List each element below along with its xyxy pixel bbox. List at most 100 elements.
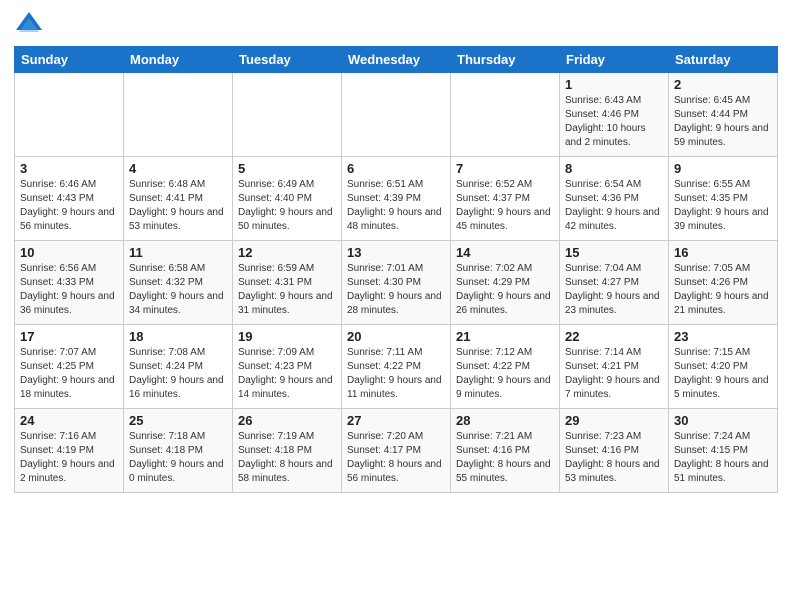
day-number: 6 (347, 161, 445, 176)
day-info: Sunrise: 6:58 AM Sunset: 4:32 PM Dayligh… (129, 262, 227, 318)
day-info: Sunrise: 6:55 AM Sunset: 4:35 PM Dayligh… (674, 178, 772, 234)
calendar-table: SundayMondayTuesdayWednesdayThursdayFrid… (14, 46, 778, 493)
calendar-cell: 2 Sunrise: 6:45 AM Sunset: 4:44 PM Daylig… (669, 73, 778, 157)
day-number: 9 (674, 161, 772, 176)
calendar-cell: 4 Sunrise: 6:48 AM Sunset: 4:41 PM Daylig… (124, 157, 233, 241)
day-number: 8 (565, 161, 663, 176)
calendar-cell: 23 Sunrise: 7:15 AM Sunset: 4:20 PM Dayli… (669, 325, 778, 409)
calendar-cell: 12Sunrise: 6:59 AM Sunset: 4:31 PM Dayli… (233, 241, 342, 325)
calendar-cell: 15 Sunrise: 7:04 AM Sunset: 4:27 PM Dayli… (560, 241, 669, 325)
logo-icon (14, 10, 44, 40)
day-info: Sunrise: 6:43 AM Sunset: 4:46 PM Dayligh… (565, 94, 663, 150)
day-number: 15 (565, 245, 663, 260)
calendar-cell: 1 Sunrise: 6:43 AM Sunset: 4:46 PM Daylig… (560, 73, 669, 157)
day-number: 26 (238, 413, 336, 428)
day-info: Sunrise: 7:20 AM Sunset: 4:17 PM Dayligh… (347, 430, 445, 486)
day-number: 20 (347, 329, 445, 344)
day-info: Sunrise: 7:18 AM Sunset: 4:18 PM Dayligh… (129, 430, 227, 486)
day-number: 2 (674, 77, 772, 92)
day-info: Sunrise: 7:23 AM Sunset: 4:16 PM Dayligh… (565, 430, 663, 486)
day-number: 22 (565, 329, 663, 344)
calendar-cell: 21Sunrise: 7:12 AM Sunset: 4:22 PM Dayli… (451, 325, 560, 409)
calendar-cell: 24 Sunrise: 7:16 AM Sunset: 4:19 PM Dayli… (15, 409, 124, 493)
page: SundayMondayTuesdayWednesdayThursdayFrid… (0, 0, 792, 612)
day-info: Sunrise: 6:51 AM Sunset: 4:39 PM Dayligh… (347, 178, 445, 234)
calendar-body: 1 Sunrise: 6:43 AM Sunset: 4:46 PM Daylig… (15, 73, 778, 493)
day-info: Sunrise: 7:24 AM Sunset: 4:15 PM Dayligh… (674, 430, 772, 486)
week-row-1: 3 Sunrise: 6:46 AM Sunset: 4:43 PM Daylig… (15, 157, 778, 241)
calendar-cell: 27 Sunrise: 7:20 AM Sunset: 4:17 PM Dayli… (342, 409, 451, 493)
day-number: 14 (456, 245, 554, 260)
calendar-header: SundayMondayTuesdayWednesdayThursdayFrid… (15, 47, 778, 73)
calendar-cell (342, 73, 451, 157)
week-row-3: 17 Sunrise: 7:07 AM Sunset: 4:25 PM Dayli… (15, 325, 778, 409)
calendar-cell: 22 Sunrise: 7:14 AM Sunset: 4:21 PM Dayli… (560, 325, 669, 409)
day-number: 18 (129, 329, 227, 344)
calendar-cell: 30 Sunrise: 7:24 AM Sunset: 4:15 PM Dayli… (669, 409, 778, 493)
day-info: Sunrise: 6:52 AM Sunset: 4:37 PM Dayligh… (456, 178, 554, 234)
day-info: Sunrise: 7:04 AM Sunset: 4:27 PM Dayligh… (565, 262, 663, 318)
header-day-saturday: Saturday (669, 47, 778, 73)
header-day-friday: Friday (560, 47, 669, 73)
day-info: Sunrise: 7:11 AM Sunset: 4:22 PM Dayligh… (347, 346, 445, 402)
calendar-cell: 26 Sunrise: 7:19 AM Sunset: 4:18 PM Dayli… (233, 409, 342, 493)
day-info: Sunrise: 6:54 AM Sunset: 4:36 PM Dayligh… (565, 178, 663, 234)
day-number: 4 (129, 161, 227, 176)
day-info: Sunrise: 6:56 AM Sunset: 4:33 PM Dayligh… (20, 262, 118, 318)
calendar-cell: 11 Sunrise: 6:58 AM Sunset: 4:32 PM Dayli… (124, 241, 233, 325)
day-info: Sunrise: 7:01 AM Sunset: 4:30 PM Dayligh… (347, 262, 445, 318)
header (14, 10, 778, 40)
calendar-cell: 28Sunrise: 7:21 AM Sunset: 4:16 PM Dayli… (451, 409, 560, 493)
calendar-cell: 6 Sunrise: 6:51 AM Sunset: 4:39 PM Daylig… (342, 157, 451, 241)
day-number: 25 (129, 413, 227, 428)
day-number: 7 (456, 161, 554, 176)
calendar-cell (124, 73, 233, 157)
day-info: Sunrise: 7:14 AM Sunset: 4:21 PM Dayligh… (565, 346, 663, 402)
day-number: 5 (238, 161, 336, 176)
calendar-cell: 7 Sunrise: 6:52 AM Sunset: 4:37 PM Daylig… (451, 157, 560, 241)
header-day-monday: Monday (124, 47, 233, 73)
day-number: 23 (674, 329, 772, 344)
day-info: Sunrise: 7:08 AM Sunset: 4:24 PM Dayligh… (129, 346, 227, 402)
week-row-2: 10 Sunrise: 6:56 AM Sunset: 4:33 PM Dayli… (15, 241, 778, 325)
calendar-cell: 14 Sunrise: 7:02 AM Sunset: 4:29 PM Dayli… (451, 241, 560, 325)
day-number: 19 (238, 329, 336, 344)
day-number: 1 (565, 77, 663, 92)
day-info: Sunrise: 7:07 AM Sunset: 4:25 PM Dayligh… (20, 346, 118, 402)
day-number: 11 (129, 245, 227, 260)
day-number: 3 (20, 161, 118, 176)
calendar-cell: 20 Sunrise: 7:11 AM Sunset: 4:22 PM Dayli… (342, 325, 451, 409)
calendar-cell: 17 Sunrise: 7:07 AM Sunset: 4:25 PM Dayli… (15, 325, 124, 409)
day-number: 28 (456, 413, 554, 428)
day-info: Sunrise: 7:15 AM Sunset: 4:20 PM Dayligh… (674, 346, 772, 402)
header-day-wednesday: Wednesday (342, 47, 451, 73)
day-info: Sunrise: 6:46 AM Sunset: 4:43 PM Dayligh… (20, 178, 118, 234)
calendar-cell: 29Sunrise: 7:23 AM Sunset: 4:16 PM Dayli… (560, 409, 669, 493)
week-row-0: 1 Sunrise: 6:43 AM Sunset: 4:46 PM Daylig… (15, 73, 778, 157)
calendar-cell: 18 Sunrise: 7:08 AM Sunset: 4:24 PM Dayli… (124, 325, 233, 409)
day-number: 10 (20, 245, 118, 260)
calendar-cell (451, 73, 560, 157)
day-number: 30 (674, 413, 772, 428)
day-number: 24 (20, 413, 118, 428)
day-info: Sunrise: 6:45 AM Sunset: 4:44 PM Dayligh… (674, 94, 772, 150)
day-number: 17 (20, 329, 118, 344)
logo (14, 10, 48, 40)
day-info: Sunrise: 7:19 AM Sunset: 4:18 PM Dayligh… (238, 430, 336, 486)
day-info: Sunrise: 6:48 AM Sunset: 4:41 PM Dayligh… (129, 178, 227, 234)
calendar-cell: 9 Sunrise: 6:55 AM Sunset: 4:35 PM Daylig… (669, 157, 778, 241)
header-row: SundayMondayTuesdayWednesdayThursdayFrid… (15, 47, 778, 73)
day-info: Sunrise: 7:16 AM Sunset: 4:19 PM Dayligh… (20, 430, 118, 486)
day-number: 13 (347, 245, 445, 260)
day-number: 12 (238, 245, 336, 260)
day-number: 27 (347, 413, 445, 428)
calendar-cell: 19 Sunrise: 7:09 AM Sunset: 4:23 PM Dayli… (233, 325, 342, 409)
day-info: Sunrise: 7:05 AM Sunset: 4:26 PM Dayligh… (674, 262, 772, 318)
day-info: Sunrise: 6:49 AM Sunset: 4:40 PM Dayligh… (238, 178, 336, 234)
day-number: 16 (674, 245, 772, 260)
calendar-cell: 5 Sunrise: 6:49 AM Sunset: 4:40 PM Daylig… (233, 157, 342, 241)
week-row-4: 24 Sunrise: 7:16 AM Sunset: 4:19 PM Dayli… (15, 409, 778, 493)
day-info: Sunrise: 7:02 AM Sunset: 4:29 PM Dayligh… (456, 262, 554, 318)
header-day-thursday: Thursday (451, 47, 560, 73)
day-info: Sunrise: 7:09 AM Sunset: 4:23 PM Dayligh… (238, 346, 336, 402)
